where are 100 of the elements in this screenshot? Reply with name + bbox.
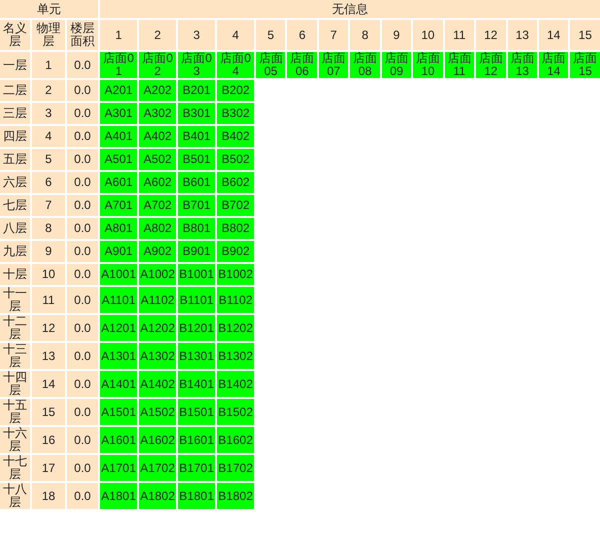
unit-cell[interactable]: B802 [217,218,254,239]
unit-cell[interactable]: A1502 [139,399,176,425]
unit-cell[interactable]: B1302 [217,343,254,369]
unit-cell[interactable]: A802 [139,218,176,239]
unit-cell[interactable]: B202 [217,80,254,101]
unit-cell[interactable]: A1001 [100,264,138,285]
unit-cell[interactable]: A1801 [100,483,138,509]
floor-name-cell: 十四层 [0,371,30,397]
unit-cell[interactable]: 店面09 [382,52,412,78]
unit-cell[interactable]: A501 [100,149,138,170]
unit-cell[interactable]: A1301 [100,343,138,369]
unit-cell[interactable]: 店面05 [256,52,286,78]
unit-cell[interactable]: 店面14 [538,52,568,78]
unit-cell[interactable]: A1101 [100,287,138,313]
unit-cell[interactable]: 店面13 [508,52,537,78]
unit-cell[interactable]: B901 [178,241,216,262]
unit-cell[interactable]: B1602 [217,427,254,453]
unit-cell[interactable]: B502 [217,149,254,170]
table-cell: 9 [32,241,65,262]
unit-cell[interactable]: B902 [217,241,254,262]
unit-cell[interactable]: A701 [100,195,138,216]
unit-cell[interactable]: 店面10 [413,52,443,78]
unit-cell[interactable]: 店面11 [444,52,474,78]
table-cell: 12 [32,315,65,341]
unit-cell[interactable]: B1802 [217,483,254,509]
unit-cell[interactable]: B1501 [178,399,216,425]
table-cell: 11 [32,287,65,313]
unit-cell[interactable]: 店面12 [476,52,506,78]
unit-cell[interactable]: A1701 [100,455,138,481]
unit-cell[interactable]: A1702 [139,455,176,481]
unit-cell[interactable]: A302 [139,103,176,124]
unit-cell[interactable]: A602 [139,172,176,193]
unit-cell[interactable]: 店面04 [217,52,254,78]
unit-cell[interactable]: B1002 [217,264,254,285]
column-header: 无信息 [100,0,600,18]
unit-cell[interactable]: A801 [100,218,138,239]
column-header: 4 [217,20,254,50]
unit-cell[interactable]: B702 [217,195,254,216]
unit-cell[interactable]: A1802 [139,483,176,509]
unit-cell[interactable]: B1702 [217,455,254,481]
unit-cell[interactable]: 店面07 [318,52,348,78]
unit-cell[interactable]: B302 [217,103,254,124]
unit-cell[interactable]: B602 [217,172,254,193]
unit-cell[interactable]: A1602 [139,427,176,453]
unit-cell[interactable]: 店面06 [287,52,317,78]
unit-cell[interactable]: A401 [100,126,138,147]
unit-cell[interactable]: B1401 [178,371,216,397]
unit-cell[interactable]: A1002 [139,264,176,285]
unit-cell[interactable]: B1202 [217,315,254,341]
unit-cell[interactable]: B1102 [217,287,254,313]
unit-cell[interactable]: B601 [178,172,216,193]
unit-cell[interactable]: A902 [139,241,176,262]
unit-cell[interactable]: 店面03 [178,52,216,78]
unit-cell[interactable]: A202 [139,80,176,101]
unit-cell[interactable]: A1302 [139,343,176,369]
floor-name-cell: 十五层 [0,399,30,425]
unit-cell[interactable]: B501 [178,149,216,170]
column-header: 14 [538,20,568,50]
unit-cell[interactable]: B402 [217,126,254,147]
unit-cell[interactable]: A1501 [100,399,138,425]
unit-cell[interactable]: B1402 [217,371,254,397]
unit-cell[interactable]: A901 [100,241,138,262]
unit-cell[interactable]: B1101 [178,287,216,313]
unit-cell[interactable]: 店面08 [350,52,380,78]
unit-cell[interactable]: A1401 [100,371,138,397]
table-cell: 0.0 [67,103,98,124]
unit-cell[interactable]: A301 [100,103,138,124]
unit-cell[interactable]: B1701 [178,455,216,481]
unit-cell[interactable]: A201 [100,80,138,101]
unit-cell[interactable]: B1201 [178,315,216,341]
unit-cell[interactable]: B301 [178,103,216,124]
table-cell: 1 [32,52,65,78]
unit-cell[interactable]: B801 [178,218,216,239]
table-cell: 8 [32,218,65,239]
unit-cell[interactable]: A502 [139,149,176,170]
unit-cell[interactable]: B1001 [178,264,216,285]
unit-cell[interactable]: A1402 [139,371,176,397]
table-cell: 5 [32,149,65,170]
unit-cell[interactable]: B401 [178,126,216,147]
unit-cell[interactable]: 店面01 [100,52,138,78]
floor-name-cell: 二层 [0,80,30,101]
unit-cell[interactable]: B1601 [178,427,216,453]
unit-cell[interactable]: 店面15 [570,52,600,78]
unit-cell[interactable]: 店面02 [139,52,176,78]
unit-cell[interactable]: A702 [139,195,176,216]
unit-cell[interactable]: A1102 [139,287,176,313]
unit-cell[interactable]: B1502 [217,399,254,425]
unit-cell[interactable]: B701 [178,195,216,216]
unit-cell[interactable]: B1801 [178,483,216,509]
unit-cell[interactable]: A601 [100,172,138,193]
table-cell: 7 [32,195,65,216]
column-header: 名义层 [0,20,30,50]
unit-cell[interactable]: A1601 [100,427,138,453]
table-cell: 14 [32,371,65,397]
unit-cell[interactable]: B1301 [178,343,216,369]
unit-cell[interactable]: A1201 [100,315,138,341]
unit-cell[interactable]: B201 [178,80,216,101]
unit-cell[interactable]: A402 [139,126,176,147]
table-cell: 0.0 [67,427,98,453]
unit-cell[interactable]: A1202 [139,315,176,341]
